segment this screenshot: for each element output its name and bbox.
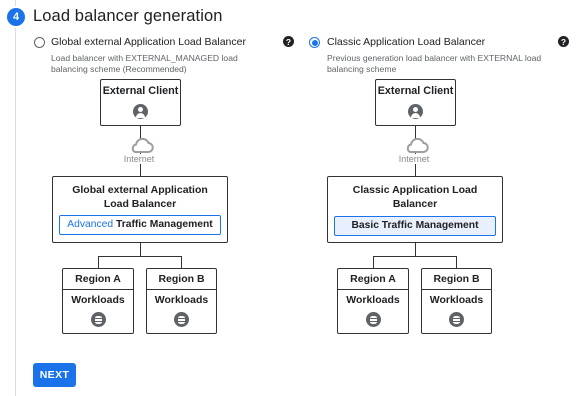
region-a-box: Region A Workloads: [62, 268, 134, 334]
database-icon: [365, 312, 381, 328]
global-lb-description: Load balancer with EXTERNAL_MANAGED load…: [51, 53, 271, 75]
workloads-label: Workloads: [154, 294, 209, 307]
database-icon: [449, 312, 464, 328]
workloads-label: Workloads: [429, 294, 484, 307]
global-lb-radio[interactable]: [34, 37, 45, 48]
global-lb-option-label[interactable]: Global external Application Load Balance…: [51, 36, 246, 48]
traffic-level-prefix: Advanced: [67, 219, 114, 230]
load-balancer-title-line: Balancer: [392, 198, 438, 210]
divider: [422, 289, 491, 291]
internet-label: Internet: [109, 154, 169, 164]
classic-lb-option-label[interactable]: Classic Application Load Balancer: [327, 36, 485, 48]
workloads-label: Workloads: [346, 294, 400, 307]
region-b-box: Region B Workloads: [146, 268, 217, 334]
external-client-label: External Client: [377, 85, 454, 97]
load-balancer-title-line: Classic Application Load: [352, 184, 478, 196]
help-icon[interactable]: ?: [283, 36, 294, 47]
cloud-icon: [131, 137, 154, 153]
external-client-box: External Client: [375, 79, 456, 126]
user-icon: [133, 104, 148, 119]
section-title: Load balancer generation: [33, 7, 223, 25]
step-connector-line: [15, 0, 16, 6]
cloud-icon: [406, 137, 429, 153]
divider: [63, 289, 133, 291]
region-b-label: Region B: [433, 273, 480, 285]
connector-line: [373, 256, 375, 268]
region-a-label: Region A: [75, 273, 121, 285]
connector-line: [415, 243, 417, 256]
region-a-label: Region A: [350, 273, 396, 285]
internet-label: Internet: [384, 154, 444, 164]
user-icon: [408, 104, 423, 119]
external-client-label: External Client: [102, 85, 179, 97]
connector-line: [373, 256, 457, 258]
step-number-badge: 4: [7, 8, 25, 26]
description-line: Previous generation load balancer with E…: [327, 53, 542, 63]
load-balancer-title-line: Load Balancer: [103, 198, 177, 210]
database-icon: [90, 312, 106, 328]
step-connector-line: [15, 28, 16, 396]
classic-lb-radio[interactable]: [309, 37, 320, 48]
divider: [338, 289, 408, 291]
divider: [147, 289, 216, 291]
connector-line: [456, 256, 458, 268]
region-b-box: Region B Workloads: [421, 268, 492, 334]
classic-lb-description: Previous generation load balancer with E…: [327, 53, 567, 75]
traffic-label-suffix: Traffic Management: [115, 219, 213, 230]
database-icon: [174, 312, 189, 328]
basic-traffic-management-label: Basic Traffic Management: [334, 216, 496, 236]
advanced-traffic-management-label: Advanced Traffic Management: [59, 215, 221, 235]
next-button[interactable]: NEXT: [33, 363, 76, 387]
connector-line: [140, 243, 142, 256]
connector-line: [181, 256, 183, 268]
region-a-box: Region A Workloads: [337, 268, 409, 334]
description-line: Load balancer with EXTERNAL_MANAGED load: [51, 53, 238, 63]
load-balancer-title-line: Global external Application: [72, 184, 208, 196]
region-b-label: Region B: [158, 273, 205, 285]
description-line: balancing scheme: [327, 64, 397, 74]
external-client-box: External Client: [100, 79, 181, 126]
workloads-label: Workloads: [71, 294, 125, 307]
description-line: balancing scheme (Recommended): [51, 64, 187, 74]
connector-line: [98, 256, 100, 268]
connector-line: [98, 256, 182, 258]
help-icon[interactable]: ?: [558, 36, 569, 47]
